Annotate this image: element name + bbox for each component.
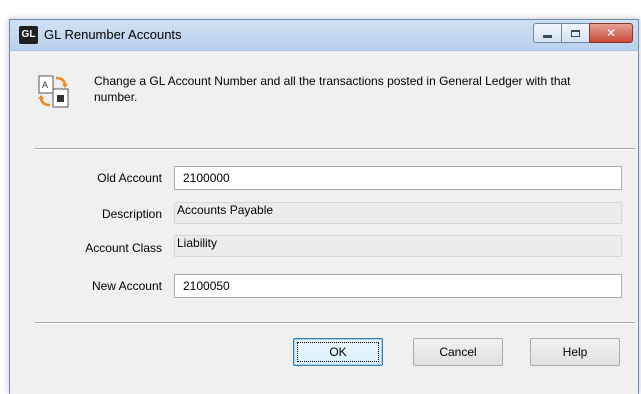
old-account-input[interactable]: 2100000	[174, 166, 622, 190]
close-icon: ✕	[605, 26, 617, 40]
cancel-button[interactable]: Cancel	[413, 338, 503, 366]
title-bar[interactable]: GL GL Renumber Accounts ✕	[10, 20, 638, 51]
window-controls: ✕	[533, 23, 633, 43]
window-title: GL Renumber Accounts	[44, 27, 182, 42]
top-separator	[35, 148, 635, 150]
minimize-button[interactable]	[533, 23, 562, 43]
ok-button[interactable]: OK	[293, 338, 383, 366]
help-button[interactable]: Help	[530, 338, 620, 366]
account-class-label: Account Class	[85, 241, 162, 255]
new-account-input[interactable]: 2100050	[174, 274, 622, 298]
cancel-button-label: Cancel	[439, 345, 477, 359]
svg-text:A: A	[42, 80, 48, 90]
maximize-icon	[571, 29, 580, 37]
gl-app-icon: GL	[19, 26, 38, 44]
focus-ring	[297, 342, 379, 362]
header-description: Change a GL Account Number and all the t…	[94, 74, 571, 104]
renumber-accounts-window: GL GL Renumber Accounts ✕ A Change a GL …	[9, 19, 639, 394]
maximize-button[interactable]	[561, 23, 590, 43]
bottom-separator	[35, 322, 635, 324]
account-class-field: Liability	[174, 235, 622, 257]
new-account-label: New Account	[91, 279, 162, 293]
description-field: Accounts Payable	[174, 202, 622, 224]
minimize-icon	[543, 34, 552, 38]
close-button[interactable]: ✕	[589, 23, 633, 43]
renumber-accounts-icon: A	[38, 75, 69, 108]
help-button-label: Help	[562, 345, 588, 359]
old-account-label: Old Account	[97, 171, 162, 185]
description-label: Description	[101, 207, 162, 221]
